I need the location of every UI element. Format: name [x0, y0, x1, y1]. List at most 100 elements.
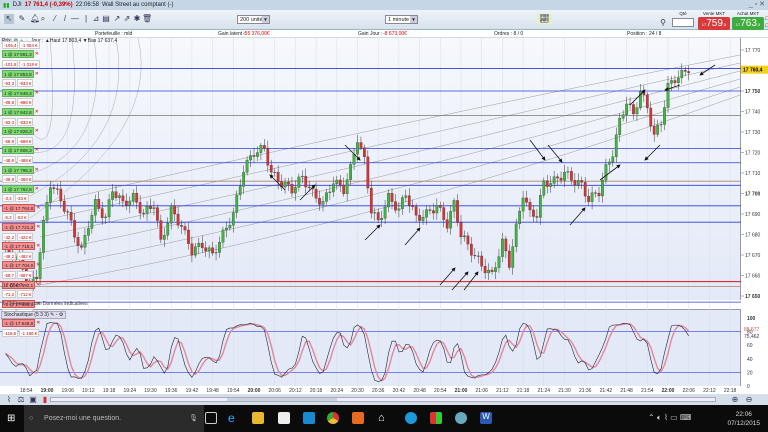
- cancel-order-icon[interactable]: ✕: [36, 262, 40, 268]
- price-tick-label: 17 680: [745, 233, 761, 239]
- trading-app-icon[interactable]: [430, 412, 442, 424]
- order-button[interactable]: -1 @ 17 721,3: [2, 223, 36, 232]
- arrow-annotation: [404, 227, 421, 246]
- edge-icon[interactable]: e: [228, 412, 240, 424]
- candles-icon[interactable]: ▮: [40, 395, 50, 405]
- compare-icon[interactable]: ⚖: [16, 395, 26, 405]
- order-pl: -48,2 -482 €: [2, 251, 38, 261]
- cancel-order-icon[interactable]: ✕: [35, 109, 39, 115]
- candle-down: [97, 199, 101, 209]
- cancel-order-icon[interactable]: ✕: [35, 128, 39, 134]
- candle-down: [687, 71, 691, 74]
- app-icon[interactable]: [303, 412, 315, 424]
- cancel-order-icon[interactable]: ✕: [35, 147, 39, 153]
- cortana-search-box[interactable]: ○ Posez-moi une question. 🎙︎: [24, 405, 204, 432]
- indicator-icon[interactable]: ⌇: [4, 395, 14, 405]
- order-button[interactable]: 1 @ 17 842,8: [2, 107, 34, 116]
- order-button[interactable]: 1 @ 17 849,3: [2, 88, 34, 97]
- candle-up: [518, 211, 522, 225]
- horizontal-scrollbar[interactable]: [50, 397, 716, 402]
- microphone-icon[interactable]: 🎙︎: [189, 405, 198, 432]
- candle-down: [469, 243, 473, 256]
- candle-down: [645, 94, 649, 109]
- media-player-icon[interactable]: [352, 412, 364, 424]
- zoom-out-icon[interactable]: ⊖: [744, 395, 754, 405]
- skype-icon[interactable]: [405, 412, 417, 424]
- order-button[interactable]: 1 @ 17 861,3: [2, 50, 34, 59]
- order-button[interactable]: -1 @ 17 704,6: [2, 261, 36, 270]
- cancel-order-icon[interactable]: ✕: [35, 186, 39, 192]
- order-button[interactable]: 1 @ 17 853,8: [2, 69, 34, 78]
- paint-icon[interactable]: [455, 412, 467, 424]
- order-pl: -83,3 -833 €: [2, 117, 38, 127]
- candle-up: [497, 256, 501, 268]
- candle-up: [42, 220, 45, 253]
- chrome-icon[interactable]: [327, 412, 339, 424]
- store-icon[interactable]: [278, 412, 290, 424]
- cancel-order-icon[interactable]: ✕: [36, 320, 40, 326]
- cancel-order-icon[interactable]: ✕: [35, 90, 39, 96]
- arrow-annotation: [599, 164, 621, 181]
- print-icon[interactable]: ▣: [28, 395, 38, 405]
- stoch-d-value: 75,462: [744, 334, 760, 340]
- pl-pl: -42,2: [2, 232, 17, 241]
- cancel-order-icon[interactable]: ✕: [36, 243, 40, 249]
- cancel-order-icon[interactable]: ✕: [36, 205, 40, 211]
- candle-up: [49, 187, 52, 203]
- candle-up: [90, 214, 94, 229]
- pl-eur: -1 054 €: [19, 40, 40, 49]
- pl-eur: -712 €: [17, 290, 34, 299]
- candle-up: [118, 195, 121, 198]
- candle-up: [404, 195, 408, 198]
- arrow-annotation: [629, 89, 646, 106]
- tray-icons[interactable]: ⌃ 🔈︎ ⌇ ▭ ⌨: [648, 413, 691, 423]
- order-button[interactable]: 1 @ 17 808,3: [2, 146, 34, 155]
- cancel-order-icon[interactable]: ✕: [36, 224, 40, 230]
- order-button[interactable]: -1 @ 17 764,8: [2, 203, 36, 212]
- price-tick-label: 17 660: [745, 274, 761, 280]
- candle-down: [570, 171, 573, 181]
- order-item: -105,4 -1 054 €: [2, 40, 40, 50]
- stochastic-label[interactable]: Stochastique (5 3 3) ✎ ▫ ⚙: [1, 311, 67, 319]
- candle-down: [204, 247, 208, 252]
- candle-down: [504, 238, 508, 252]
- candle-down: [507, 250, 511, 268]
- order-list: -105,4 -1 054 €1 @ 17 861,3 ✕ -101,8 -1 018 …: [2, 40, 40, 337]
- task-view-icon[interactable]: [205, 412, 217, 424]
- pl-eur: -482 €: [17, 251, 34, 260]
- order-button[interactable]: -1 @ 17 646,8: [2, 319, 36, 328]
- candle-down: [262, 145, 266, 149]
- cancel-order-icon[interactable]: ✕: [35, 51, 39, 57]
- candle-up: [356, 142, 359, 155]
- price-tick-label: 17 720: [745, 151, 761, 157]
- stoch-tick-label: 60: [747, 343, 753, 349]
- zoom-in-icon[interactable]: ⊕: [730, 395, 740, 405]
- regression-curve: [39, 86, 741, 270]
- candle-up: [107, 199, 111, 218]
- order-button[interactable]: -1 @ 17 715,1: [2, 242, 36, 251]
- candle-up: [449, 211, 453, 229]
- pl-pl: -88,8: [2, 98, 17, 107]
- arrow-annotation: [439, 267, 456, 286]
- candle-up: [452, 200, 456, 212]
- candle-up: [621, 114, 625, 119]
- word-icon[interactable]: W: [480, 412, 492, 424]
- cancel-order-icon[interactable]: ✕: [35, 167, 39, 173]
- windows-start-icon[interactable]: ⊞: [7, 413, 15, 424]
- cancel-order-icon[interactable]: ✕: [36, 282, 40, 288]
- order-button[interactable]: 1 @ 17 796,3: [2, 165, 34, 174]
- candle-up: [635, 107, 639, 115]
- candle-up: [563, 172, 566, 181]
- candle-down: [183, 226, 187, 231]
- system-clock[interactable]: 22:06 07/12/2015: [727, 410, 760, 428]
- file-explorer-icon[interactable]: [252, 412, 264, 424]
- order-button[interactable]: 1 @ 17 828,3: [2, 127, 34, 136]
- home-icon[interactable]: ⌂: [378, 412, 390, 424]
- candle-down: [594, 192, 597, 194]
- candle-up: [231, 212, 235, 226]
- candle-up: [245, 159, 249, 173]
- candle-up: [221, 229, 225, 243]
- candle-down: [556, 176, 559, 179]
- order-button[interactable]: 1 @ 17 762,8: [2, 184, 34, 193]
- cancel-order-icon[interactable]: ✕: [35, 71, 39, 77]
